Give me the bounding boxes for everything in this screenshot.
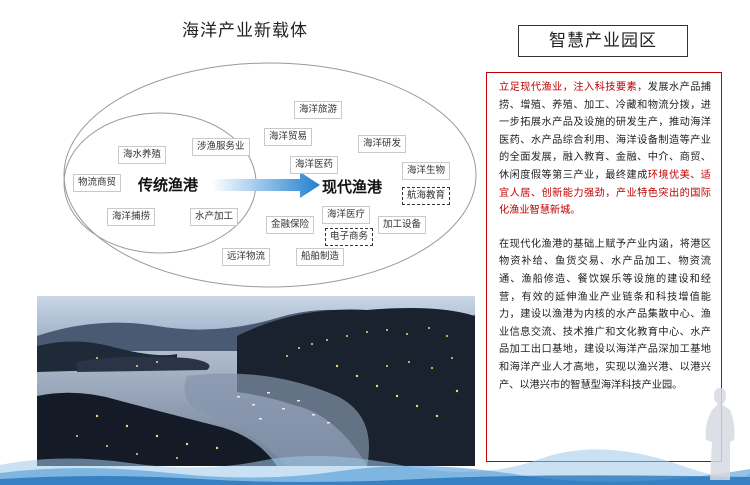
harbor-night-photo <box>37 296 475 466</box>
paragraph-1: 立足现代渔业，注入科技要素，发展水产品捕捞、增殖、养殖、加工、冷藏和物流分拨，进… <box>499 79 711 220</box>
modern-port-label: 现代渔港 <box>322 178 383 196</box>
tag-fishing: 海洋捕捞 <box>107 208 156 226</box>
tag-processing-equipment: 加工设备 <box>378 216 427 234</box>
tag-fishery-services: 涉渔服务业 <box>192 138 250 156</box>
tag-logistics-trade: 物流商贸 <box>73 174 122 192</box>
statue-decoration <box>705 388 735 480</box>
wave-decoration <box>0 449 750 485</box>
tag-ocean-logistics: 远洋物流 <box>222 248 271 266</box>
paragraph-2: 在现代化渔港的基础上赋予产业内涵，将港区物资补给、鱼货交易、水产品加工、物资流通… <box>499 238 711 391</box>
tag-shipbuilding: 船舶制造 <box>296 248 345 266</box>
tag-finance-insurance: 金融保险 <box>266 216 315 234</box>
tag-marine-biology: 海洋生物 <box>402 162 451 180</box>
description-panel: 立足现代渔业，注入科技要素，发展水产品捕捞、增殖、养殖、加工、冷藏和物流分拨，进… <box>486 72 722 462</box>
tag-navigation-education: 航海教育 <box>402 187 451 205</box>
industry-diagram: 传统渔港 现代渔港 海水养殖 涉渔服务业 物流商贸 海洋捕捞 水产加工 海洋旅游… <box>0 0 480 290</box>
p1-body: 发展水产品捕捞、增殖、养殖、加工、冷藏和物流分拨，进一步拓展水产品及设施的研发生… <box>499 82 711 181</box>
tag-mariculture: 海水养殖 <box>118 146 167 164</box>
tag-marine-healthcare: 海洋医疗 <box>322 206 371 224</box>
tag-marine-trade: 海洋贸易 <box>264 128 313 146</box>
traditional-port-label: 传统渔港 <box>138 176 199 194</box>
tag-marine-tourism: 海洋旅游 <box>294 101 343 119</box>
tag-marine-rd: 海洋研发 <box>358 135 407 153</box>
tag-marine-medicine: 海洋医药 <box>290 156 339 174</box>
p1-highlight: 立足现代渔业，注入科技要素， <box>499 82 648 93</box>
tag-aquatic-processing: 水产加工 <box>190 208 239 226</box>
park-title-box: 智慧产业园区 <box>518 25 688 57</box>
transform-arrow <box>212 172 320 198</box>
tag-e-commerce: 电子商务 <box>325 228 374 246</box>
